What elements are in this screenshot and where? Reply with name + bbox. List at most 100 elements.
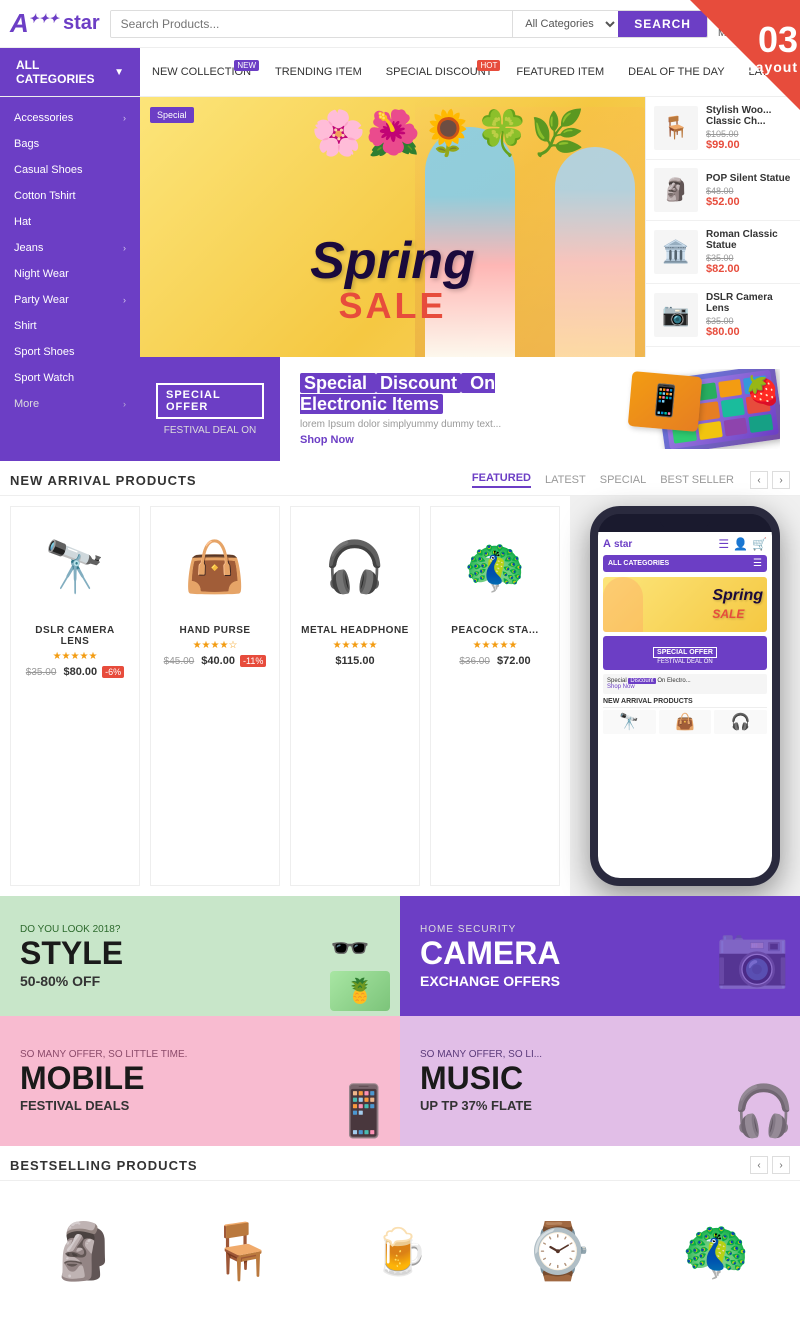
product-card-3[interactable]: 🦚 PEACOCK STA... ★★★★★ $36.00 $72.00 <box>430 506 560 886</box>
promo-music-card[interactable]: SO MANY OFFER, SO LI... MUSIC UP TP 37% … <box>400 1016 800 1146</box>
bs-img-1: 🪑 <box>178 1201 306 1301</box>
hot-badge: HOT <box>477 60 500 71</box>
bs-prev-arrow-button[interactable]: ‹ <box>750 1156 768 1174</box>
sidebar-item-hat[interactable]: Hat <box>0 209 140 235</box>
offer-image: 📱 🍓 <box>560 369 780 449</box>
special-badge: Special <box>150 107 194 123</box>
tab-featured[interactable]: FEATURED <box>472 472 531 488</box>
new-arrivals-title: NEW ARRIVAL PRODUCTS <box>10 473 197 488</box>
main-area: Accessories › Bags Casual Shoes Cotton T… <box>0 97 800 461</box>
tab-latest[interactable]: LATEST <box>545 474 586 486</box>
old-price-3: $36.00 <box>459 656 490 667</box>
sidebar-item-bags[interactable]: Bags <box>0 131 140 157</box>
new-price-2: $115.00 <box>335 655 374 667</box>
product-stars-3: ★★★★★ <box>441 640 549 651</box>
hero-subtitle: SALE <box>310 285 475 327</box>
promo-camera-card[interactable]: HOME SECURITY CAMERA EXCHANGE OFFERS 📷 <box>400 896 800 1016</box>
sidebar-item-sport-watch[interactable]: Sport Watch <box>0 365 140 391</box>
search-input[interactable] <box>111 11 513 37</box>
bestselling-header: BESTSELLING PRODUCTS ‹ › <box>0 1146 800 1181</box>
bs-product-4[interactable]: 🦚 <box>642 1191 790 1317</box>
product-img-2: 🎧 <box>301 517 409 617</box>
product-name-1: HAND PURSE <box>161 625 269 636</box>
bestselling-arrows: ‹ › <box>750 1156 790 1174</box>
sidebar-item-more[interactable]: More › <box>0 391 140 417</box>
product-stars-0: ★★★★★ <box>21 651 129 662</box>
tab-special[interactable]: SPECIAL <box>600 474 646 486</box>
right-aside: 🪑 Stylish Woo... Classic Ch... $105.00 $… <box>645 97 800 357</box>
sidebar-item-casual-shoes[interactable]: Casual Shoes <box>0 157 140 183</box>
bs-product-3[interactable]: ⌚ <box>484 1191 632 1317</box>
product-stars-1: ★★★★☆ <box>161 640 269 651</box>
bs-product-2[interactable]: 🍺 <box>326 1191 474 1317</box>
prev-arrow-button[interactable]: ‹ <box>750 471 768 489</box>
nav-trending[interactable]: TRENDING ITEM <box>263 56 374 88</box>
new-arrivals-section: NEW ARRIVAL PRODUCTS FEATURED LATEST SPE… <box>0 461 800 896</box>
bs-img-4: 🦚 <box>652 1201 780 1301</box>
product-img-3: 🦚 <box>441 517 549 617</box>
phone-special-offer: SPECIAL OFFER FESTIVAL DEAL ON <box>603 636 767 670</box>
promo-mobile-title: MOBILE <box>20 1062 380 1094</box>
logo[interactable]: A✦✦✦ star <box>10 8 100 39</box>
bs-next-arrow-button[interactable]: › <box>772 1156 790 1174</box>
new-price-1: $40.00 <box>201 655 235 667</box>
hero-row: 🌸🌺🌻🍀🌿 Spring SALE <box>140 97 800 357</box>
section-tabs: FEATURED LATEST SPECIAL BEST SELLER <box>472 472 734 488</box>
aside-product-img-3: 📷 <box>654 293 698 337</box>
sidebar-item-cotton-tshirt[interactable]: Cotton Tshirt <box>0 183 140 209</box>
promo-music-title: MUSIC <box>420 1062 780 1094</box>
nav-featured[interactable]: FEATURED ITEM <box>504 56 616 88</box>
promo-music-sub: UP TP 37% FLATE <box>420 1098 780 1113</box>
bs-product-1[interactable]: 🪑 <box>168 1191 316 1317</box>
bs-product-0[interactable]: 🗿 <box>10 1191 158 1317</box>
promo-style-label: DO YOU LOOK 2018? <box>20 924 380 935</box>
hero-banner[interactable]: 🌸🌺🌻🍀🌿 Spring SALE <box>140 97 645 357</box>
product-name-3: PEACOCK STA... <box>441 625 549 636</box>
hero-aside: 🌸🌺🌻🍀🌿 Spring SALE <box>140 97 800 461</box>
offer-desc: lorem Ipsum dolor simplyummy dummy text.… <box>300 419 560 430</box>
old-price-1: $45.00 <box>164 656 195 667</box>
phone-logo-area: A star ☰ 👤 🛒 <box>603 537 767 551</box>
aside-product-img-1: 🗿 <box>654 168 698 212</box>
promo-mobile-label: SO MANY OFFER, SO LITTLE TIME. <box>20 1049 380 1060</box>
bs-img-0: 🗿 <box>20 1201 148 1301</box>
tab-best-seller[interactable]: BEST SELLER <box>660 474 734 486</box>
sidebar-item-jeans[interactable]: Jeans › <box>0 235 140 261</box>
product-card-2[interactable]: 🎧 METAL HEADPHONE ★★★★★ $115.00 <box>290 506 420 886</box>
next-arrow-button[interactable]: › <box>772 471 790 489</box>
aside-product-2[interactable]: 🏛️ Roman Classic Statue $35.00 $82.00 <box>646 221 800 284</box>
category-select[interactable]: All Categories <box>512 11 618 37</box>
product-prices-2: $115.00 <box>301 655 409 667</box>
sidebar-item-shirt[interactable]: Shirt <box>0 313 140 339</box>
sidebar-arrow-icon: › <box>123 295 126 305</box>
shop-now-link[interactable]: Shop Now <box>300 434 560 446</box>
music-icon: 🎧 <box>733 1082 795 1141</box>
product-card-0[interactable]: 🔭 DSLR CAMERA LENS ★★★★★ $35.00 $80.00 -… <box>10 506 140 886</box>
aside-product-3[interactable]: 📷 DSLR Camera Lens $35.00 $80.00 <box>646 284 800 347</box>
aside-product-1[interactable]: 🗿 POP Silent Statue $48.00 $52.00 <box>646 160 800 221</box>
sidebar-item-accessories[interactable]: Accessories › <box>0 105 140 131</box>
all-categories-button[interactable]: ALL CATEGORIES ▼ <box>0 48 140 96</box>
promo-mobile-card[interactable]: SO MANY OFFER, SO LITTLE TIME. MOBILE FE… <box>0 1016 400 1146</box>
phone-logo: star <box>614 539 632 550</box>
promo-mobile-sub: FESTIVAL DEALS <box>20 1098 380 1113</box>
nav-special-discount[interactable]: SPECIAL DISCOUNT HOT <box>374 56 505 88</box>
hero-flowers: 🌸🌺🌻🍀🌿 <box>311 107 585 159</box>
bestselling-title: BESTSELLING PRODUCTS <box>10 1158 198 1173</box>
promo-style-card[interactable]: DO YOU LOOK 2018? STYLE 50-80% OFF 🕶️ 🍍 <box>0 896 400 1016</box>
product-card-1[interactable]: 👜 HAND PURSE ★★★★☆ $45.00 $40.00 -11% <box>150 506 280 886</box>
products-grid: 🔭 DSLR CAMERA LENS ★★★★★ $35.00 $80.00 -… <box>0 496 570 896</box>
offer-left-panel: SPECIAL OFFER FESTIVAL DEAL ON <box>140 357 280 461</box>
product-prices-0: $35.00 $80.00 -6% <box>21 666 129 678</box>
offer-main-panel: Special Discount On Electronic Items lor… <box>280 357 800 461</box>
aside-product-img-0: 🪑 <box>654 106 698 150</box>
style-sunglasses-icon: 🕶️ 🍍 <box>330 929 390 1011</box>
promo-music-label: SO MANY OFFER, SO LI... <box>420 1049 780 1060</box>
offer-banner-row: SPECIAL OFFER FESTIVAL DEAL ON Special D… <box>140 357 800 461</box>
nav-new-collection[interactable]: NEW COLLECTION NEW <box>140 56 263 88</box>
aside-product-img-2: 🏛️ <box>654 230 698 274</box>
sidebar-item-sport-shoes[interactable]: Sport Shoes <box>0 339 140 365</box>
sidebar-item-party-wear[interactable]: Party Wear › <box>0 287 140 313</box>
sidebar-item-night-wear[interactable]: Night Wear <box>0 261 140 287</box>
phone-notch <box>598 514 772 532</box>
